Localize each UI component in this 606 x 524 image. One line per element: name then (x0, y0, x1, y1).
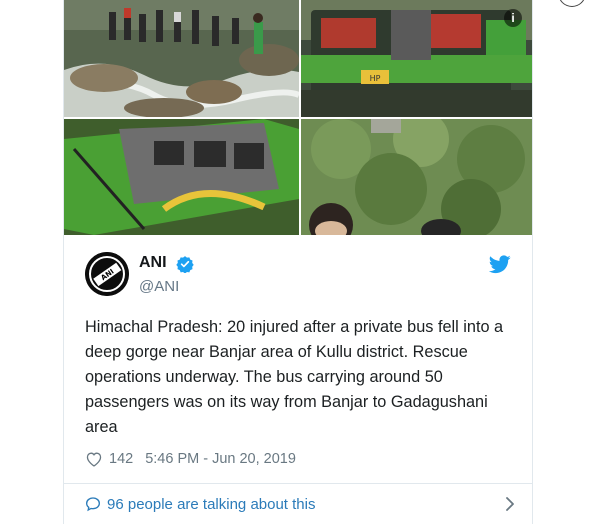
avatar[interactable]: ANI (85, 252, 129, 296)
verified-badge-icon (176, 256, 194, 273)
tweet-timestamp[interactable]: 5:46 PM - Jun 20, 2019 (145, 451, 296, 467)
photo-rescue-river-image (64, 0, 299, 117)
author-handle[interactable]: @ANI (139, 278, 179, 295)
tweet-body: ANI ANI @ANI Himachal Pradesh: 20 injure… (64, 235, 532, 524)
photo-bus-front-image: HP (301, 0, 532, 117)
heart-icon[interactable] (85, 451, 103, 467)
tweet-photo-grid[interactable]: HP i (64, 0, 532, 235)
like-count[interactable]: 142 (109, 451, 133, 467)
photo-bus-wreck[interactable] (64, 119, 299, 235)
info-icon[interactable]: i (504, 9, 522, 27)
screenshot-canvas: HP i ANI ANI @ANI Himachal Pradesh: 20 i… (0, 0, 606, 524)
chevron-right-icon[interactable] (505, 496, 515, 512)
author-name[interactable]: ANI (139, 254, 167, 272)
corner-fragment (558, 0, 586, 7)
photo-rescue-crowd[interactable] (301, 119, 532, 235)
tweet-text: Himachal Pradesh: 20 injured after a pri… (85, 318, 504, 436)
speech-bubble-icon (85, 497, 101, 512)
divider (64, 483, 532, 484)
photo-bus-front[interactable]: HP i (301, 0, 532, 117)
ani-logo-icon: ANI (85, 252, 129, 296)
tweet-meta-row: 142 5:46 PM - Jun 20, 2019 (85, 449, 296, 469)
photo-rescue-river[interactable] (64, 0, 299, 117)
bus-plate-text: HP (370, 74, 381, 83)
talking-about-link[interactable]: 96 people are talking about this (85, 493, 515, 515)
talking-about-text[interactable]: 96 people are talking about this (107, 496, 315, 513)
photo-bus-wreck-image (64, 119, 299, 235)
embedded-tweet-card[interactable]: HP i ANI ANI @ANI Himachal Pradesh: 20 i… (63, 0, 533, 524)
twitter-bird-icon[interactable] (489, 255, 511, 274)
photo-rescue-crowd-image (301, 119, 532, 235)
